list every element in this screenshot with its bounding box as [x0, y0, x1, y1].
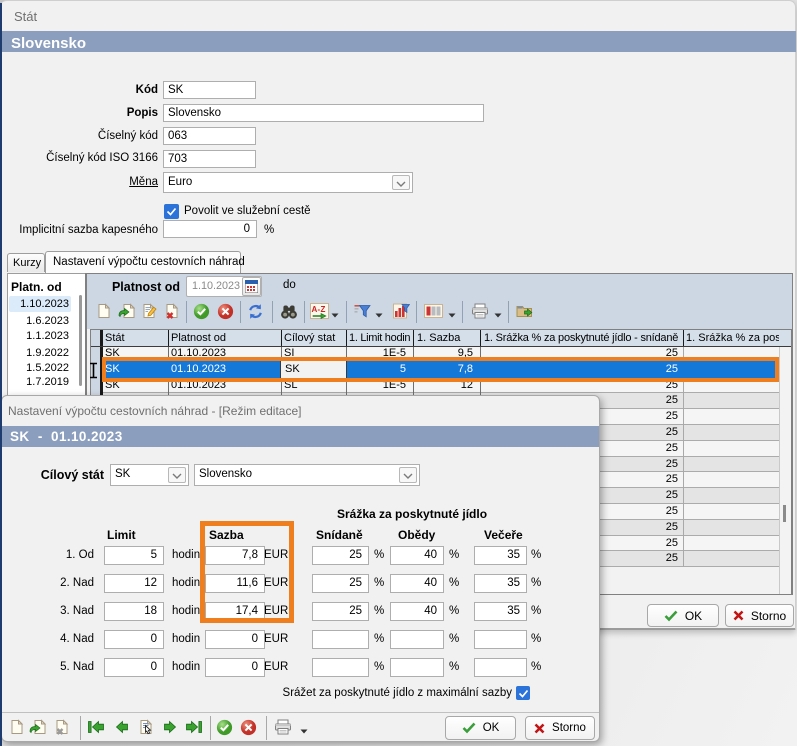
svg-text:Z: Z — [321, 305, 326, 314]
